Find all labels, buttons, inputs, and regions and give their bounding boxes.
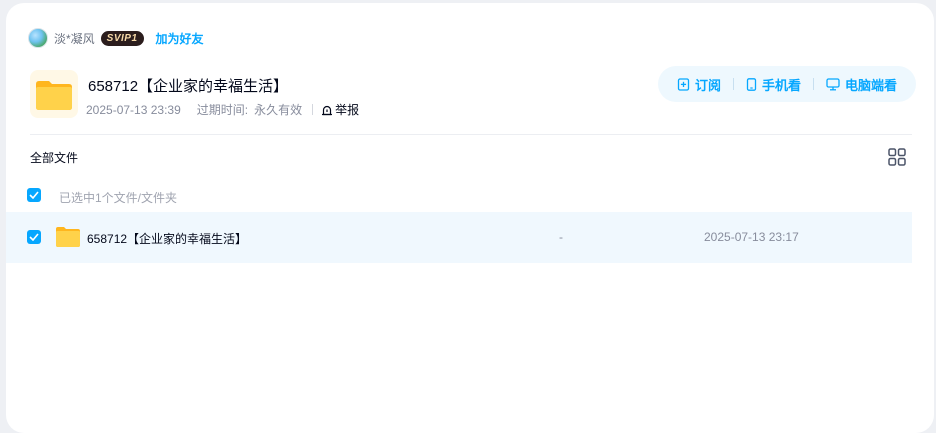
add-friend-link[interactable]: 加为好友 xyxy=(156,30,204,47)
share-actions: 订阅 手机看 电脑端看 xyxy=(658,66,916,102)
file-name[interactable]: 658712【企业家的幸福生活】 xyxy=(87,230,247,247)
share-folder-icon xyxy=(30,70,78,118)
header-divider xyxy=(30,134,912,135)
share-meta: 2025-07-13 23:39 过期时间: 永久有效 举报 xyxy=(86,101,359,118)
breadcrumb-all-files[interactable]: 全部文件 xyxy=(30,149,78,166)
share-title: 658712【企业家的幸福生活】 xyxy=(88,78,289,95)
phone-view-button[interactable]: 手机看 xyxy=(746,75,801,94)
grid-view-icon xyxy=(888,148,906,166)
share-page-card: 淡*凝风 SVIP1 加为好友 658712【企业家的幸福生活】 2025-07… xyxy=(6,3,934,433)
subscribe-button[interactable]: 订阅 xyxy=(677,75,721,94)
subscribe-label: 订阅 xyxy=(694,77,721,93)
checkmark-icon xyxy=(29,233,39,241)
owner-avatar[interactable] xyxy=(28,28,48,48)
owner-name[interactable]: 淡*凝风 xyxy=(54,30,95,47)
checkmark-icon xyxy=(29,191,39,199)
phone-view-label: 手机看 xyxy=(761,77,801,93)
expire-label: 过期时间: xyxy=(196,103,249,117)
svip-badge: SVIP1 xyxy=(100,30,144,46)
row-checkbox[interactable] xyxy=(27,230,41,244)
pc-view-label: 电脑端看 xyxy=(845,77,898,93)
select-all-checkbox[interactable] xyxy=(27,188,41,202)
report-label: 举报 xyxy=(335,103,360,117)
meta-divider xyxy=(312,104,314,115)
report-icon xyxy=(322,105,333,115)
grid-view-toggle[interactable] xyxy=(888,148,906,166)
table-row[interactable]: 658712【企业家的幸福生活】 - 2025-07-13 23:17 xyxy=(6,212,912,263)
phone-icon xyxy=(746,77,757,91)
report-button[interactable]: 举报 xyxy=(321,101,359,118)
folder-icon xyxy=(55,226,81,253)
expire-value: 永久有效 xyxy=(254,103,303,117)
action-divider xyxy=(732,78,734,90)
owner-row: 淡*凝风 SVIP1 加为好友 xyxy=(28,27,204,49)
share-created-time: 2025-07-13 23:39 xyxy=(86,102,181,117)
file-date: 2025-07-13 23:17 xyxy=(704,230,799,244)
subscribe-icon xyxy=(677,77,690,91)
selection-count: 已选中1个文件/文件夹 xyxy=(59,191,178,205)
file-size: - xyxy=(559,230,563,244)
pc-view-button[interactable]: 电脑端看 xyxy=(826,75,897,94)
action-divider xyxy=(813,78,814,90)
monitor-icon xyxy=(826,77,840,90)
